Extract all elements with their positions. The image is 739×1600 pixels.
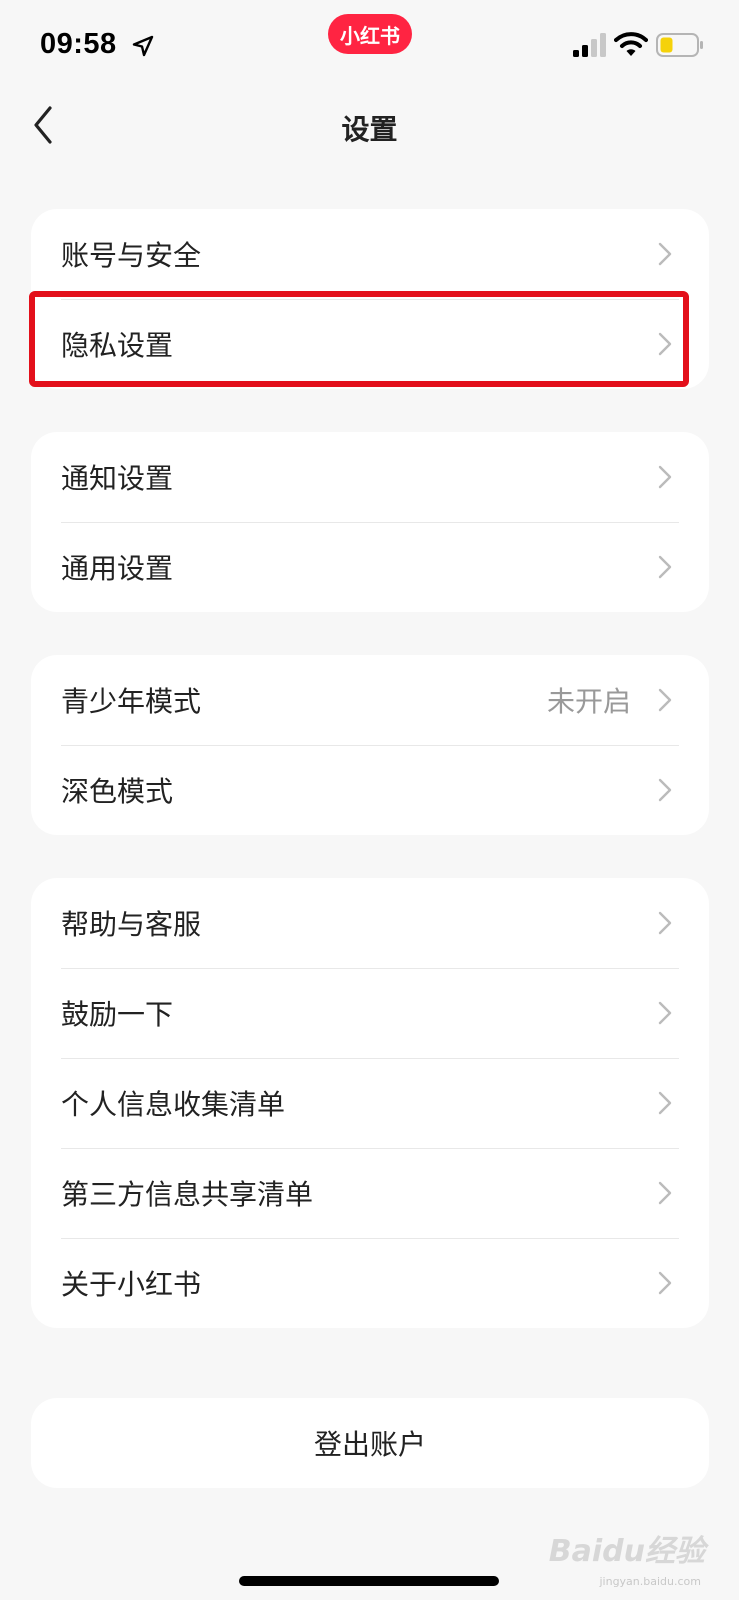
home-indicator[interactable] — [239, 1576, 499, 1586]
settings-row-general[interactable]: 通用设置 — [31, 522, 709, 612]
row-label: 第三方信息共享清单 — [61, 1178, 314, 1211]
settings-row-help[interactable]: 帮助与客服 — [31, 878, 709, 968]
chevron-right-icon — [658, 465, 672, 489]
row-label: 帮助与客服 — [61, 908, 202, 941]
settings-row-about[interactable]: 关于小红书 — [31, 1238, 709, 1328]
row-label: 关于小红书 — [61, 1268, 202, 1301]
app-badge: 小红书 — [328, 14, 412, 54]
row-label: 个人信息收集清单 — [61, 1088, 286, 1121]
chevron-right-icon — [658, 911, 672, 935]
row-label: 通用设置 — [61, 552, 174, 585]
status-time: 09:58 — [40, 28, 117, 60]
chevron-right-icon — [658, 1091, 672, 1115]
settings-group-general: 通知设置 通用设置 — [31, 432, 709, 612]
status-bar: 09:58 小红书 — [0, 0, 739, 90]
chevron-right-icon — [658, 555, 672, 579]
settings-row-notifications[interactable]: 通知设置 — [31, 432, 709, 522]
chevron-right-icon — [658, 1181, 672, 1205]
settings-row-dark-mode[interactable]: 深色模式 — [31, 745, 709, 835]
settings-group-account: 账号与安全 隐私设置 — [31, 209, 709, 389]
settings-row-privacy[interactable]: 隐私设置 — [31, 299, 709, 389]
cellular-signal-icon — [573, 33, 606, 57]
settings-row-teen-mode[interactable]: 青少年模式 未开启 — [31, 655, 709, 745]
location-arrow-icon — [132, 35, 154, 57]
settings-row-account-security[interactable]: 账号与安全 — [31, 209, 709, 299]
page-title: 设置 — [341, 113, 398, 146]
row-label: 通知设置 — [61, 462, 174, 495]
settings-group-modes: 青少年模式 未开启 深色模式 — [31, 655, 709, 835]
chevron-right-icon — [658, 242, 672, 266]
row-label: 隐私设置 — [61, 329, 174, 362]
row-label: 青少年模式 — [61, 685, 202, 718]
wifi-icon — [614, 32, 648, 56]
logout-label: 登出账户 — [313, 1428, 426, 1461]
chevron-right-icon — [658, 1001, 672, 1025]
settings-row-encourage[interactable]: 鼓励一下 — [31, 968, 709, 1058]
settings-row-personal-info-list[interactable]: 个人信息收集清单 — [31, 1058, 709, 1148]
nav-bar: 设置 — [0, 90, 739, 160]
logout-button[interactable]: 登出账户 — [31, 1398, 709, 1488]
baidu-watermark-url: jingyan.baidu.com — [599, 1575, 701, 1588]
row-label: 鼓励一下 — [61, 998, 174, 1031]
chevron-right-icon — [658, 778, 672, 802]
row-label: 账号与安全 — [61, 239, 202, 272]
settings-row-third-party-list[interactable]: 第三方信息共享清单 — [31, 1148, 709, 1238]
chevron-right-icon — [658, 332, 672, 356]
battery-icon — [656, 33, 703, 57]
settings-group-about: 帮助与客服 鼓励一下 个人信息收集清单 第三方信息共享清单 关于小红书 — [31, 878, 709, 1328]
row-label: 深色模式 — [61, 775, 174, 808]
chevron-right-icon — [658, 1271, 672, 1295]
baidu-watermark: Baidu经验 — [548, 1534, 705, 1569]
teen-mode-status: 未开启 — [546, 685, 631, 718]
chevron-right-icon — [658, 688, 672, 712]
